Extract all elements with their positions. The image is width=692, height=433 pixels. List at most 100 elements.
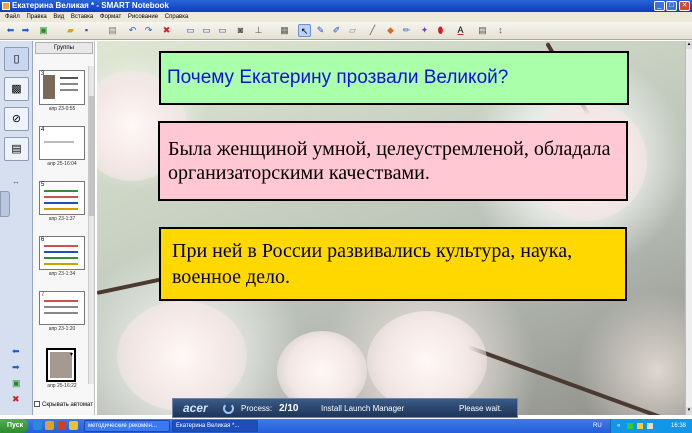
screen-shade-icon[interactable]: ▭ — [184, 24, 197, 37]
page-thumbnail-current[interactable]: ▾ — [46, 348, 76, 382]
acer-install-popup: acer Process: 2/10 Install Launch Manage… — [172, 398, 518, 418]
save-icon[interactable]: ▪ — [80, 24, 93, 37]
panel-handle[interactable] — [0, 191, 10, 217]
thumb-line — [44, 263, 78, 265]
camera-icon[interactable]: ◙ — [234, 24, 247, 37]
eraser-icon[interactable]: ▱ — [346, 24, 359, 37]
add-page-icon[interactable]: ▣ — [37, 24, 50, 37]
line-icon[interactable]: ╱ — [366, 24, 379, 37]
volume-icon[interactable] — [647, 423, 653, 429]
select-arrow-icon[interactable]: ↖ — [298, 24, 311, 37]
page-thumbnail[interactable]: 3 — [39, 70, 85, 105]
language-indicator[interactable]: RU — [593, 419, 602, 433]
ie-icon[interactable] — [33, 421, 42, 430]
whiteboard-canvas[interactable]: Почему Екатерину прозвали Великой? Была … — [97, 41, 685, 415]
page-thumbnail[interactable]: 6 — [39, 236, 85, 270]
main-toolbar: ⬅ ➡ ▣ ▰ ▪ ▤ ↶ ↷ ✖ ▭ ▭ ▭ ◙ ⊥ ▦ ↖ ✎ ✐ ▱ ╱ … — [0, 22, 692, 40]
creative-pen-icon[interactable]: ✐ — [330, 24, 343, 37]
thumbnail-number: 4 — [41, 127, 45, 133]
paste-icon[interactable]: ▤ — [106, 24, 119, 37]
text-icon[interactable]: A — [454, 24, 467, 37]
open-folder-icon[interactable]: ▰ — [64, 24, 77, 37]
taskbar-task-notebook[interactable]: Екатерина Великая *... — [172, 420, 258, 432]
magic-pen-icon[interactable]: ✦ — [418, 24, 431, 37]
page-thumbnail[interactable]: 4 — [39, 126, 85, 160]
gallery-tab[interactable]: ▩ — [4, 77, 29, 101]
answer2-box[interactable]: При ней в России развивались культура, н… — [159, 227, 627, 301]
resize-arrows-icon[interactable]: ↔ — [12, 177, 20, 186]
app-icon[interactable] — [69, 421, 78, 430]
prev-page-icon[interactable]: ⬅ — [12, 346, 20, 357]
dropdown-arrow-icon[interactable]: ▾ — [70, 351, 73, 358]
question-box[interactable]: Почему Екатерину прозвали Великой? — [159, 51, 629, 105]
answer1-box[interactable]: Была женщиной умной, целеустремленой, об… — [158, 121, 628, 201]
page-sorter-tab[interactable]: ▯ — [4, 47, 29, 71]
process-label: Process: — [241, 404, 273, 413]
thumb-line — [44, 257, 78, 259]
page-thumbnail[interactable]: 7 — [39, 291, 85, 325]
scroll-up-icon[interactable]: ▴ — [686, 41, 692, 49]
taskbar-task-methodics[interactable]: методические рекомен... — [84, 420, 170, 432]
thumb-line — [44, 245, 78, 247]
thumbnail-number: 7 — [41, 292, 45, 298]
canvas-vertical-scrollbar[interactable]: ▴ ▾ — [685, 41, 692, 415]
smart-notebook-app-icon — [2, 2, 10, 10]
next-page-icon[interactable]: ➡ — [12, 362, 20, 373]
properties-icon[interactable]: ▤ — [476, 24, 489, 37]
thumb-line — [60, 83, 78, 85]
fill-bucket-icon[interactable]: ⬮ — [434, 24, 447, 37]
answer2-text: При ней в России развивались культура, н… — [172, 240, 573, 288]
menu-file[interactable]: Файл — [5, 14, 20, 20]
fill-icon[interactable]: ✏ — [400, 24, 413, 37]
thumb-line — [44, 141, 74, 143]
shapes-icon[interactable]: ◆ — [384, 24, 397, 37]
table-icon[interactable]: ▦ — [278, 24, 291, 37]
gallery-icon: ▩ — [11, 83, 22, 95]
delete-icon[interactable]: ✖ — [160, 24, 173, 37]
undo-icon[interactable]: ↶ — [126, 24, 139, 37]
menu-bar: Файл Правка Вид Вставка Формат Рисование… — [0, 12, 692, 22]
properties-tab[interactable]: ▤ — [4, 137, 29, 161]
thumbnail-label: апр 23-0:55 — [48, 106, 76, 112]
groups-button[interactable]: Группы — [35, 42, 93, 54]
media-icon[interactable] — [57, 421, 66, 430]
tray-expand-icon[interactable]: « — [617, 419, 620, 433]
menu-format[interactable]: Формат — [100, 14, 121, 20]
battery-icon[interactable] — [637, 423, 643, 429]
toolbar-move-icon[interactable]: ↕ — [494, 24, 507, 37]
window-title: Екатерина Великая * - SMART Notebook — [12, 1, 169, 10]
menu-help[interactable]: Справка — [165, 14, 189, 20]
menu-draw[interactable]: Рисование — [128, 14, 158, 20]
blossom-decoration — [367, 311, 487, 411]
monitor-icon[interactable]: ▭ — [216, 24, 229, 37]
blossom-decoration — [117, 301, 247, 411]
thumbnail-label: апр 25-16:04 — [47, 161, 77, 167]
redo-icon[interactable]: ↷ — [142, 24, 155, 37]
forward-arrow-icon[interactable]: ➡ — [19, 24, 32, 37]
autohide-option[interactable]: Скрывать автомат — [34, 400, 98, 410]
start-button[interactable]: Пуск — [0, 419, 28, 433]
delete-page-icon[interactable]: ✖ — [12, 394, 20, 405]
display-icon[interactable]: ▭ — [200, 24, 213, 37]
back-arrow-icon[interactable]: ⬅ — [4, 24, 17, 37]
page-thumbnail[interactable]: 5 — [39, 181, 85, 215]
thumbnail-number: 6 — [41, 237, 45, 243]
menu-edit[interactable]: Правка — [26, 14, 46, 20]
thumb-line — [44, 251, 78, 253]
minimize-button[interactable]: _ — [654, 1, 665, 11]
paperclip-icon: ⊘ — [11, 113, 22, 125]
network-icon[interactable] — [627, 423, 633, 429]
menu-view[interactable]: Вид — [53, 14, 64, 20]
sorter-scrollbar-thumb[interactable] — [89, 96, 94, 216]
autohide-checkbox[interactable] — [34, 401, 40, 408]
sorter-scrollbar[interactable] — [88, 66, 94, 384]
menu-insert[interactable]: Вставка — [71, 14, 93, 20]
attachments-tab[interactable]: ⊘ — [4, 107, 29, 131]
maximize-button[interactable]: □ — [666, 1, 677, 11]
folder-icon[interactable] — [45, 421, 54, 430]
pen-icon[interactable]: ✎ — [314, 24, 327, 37]
scroll-down-icon[interactable]: ▾ — [686, 407, 692, 415]
add-page-icon[interactable]: ▣ — [12, 378, 21, 389]
document-camera-icon[interactable]: ⊥ — [252, 24, 265, 37]
close-button[interactable]: ✕ — [679, 1, 690, 11]
